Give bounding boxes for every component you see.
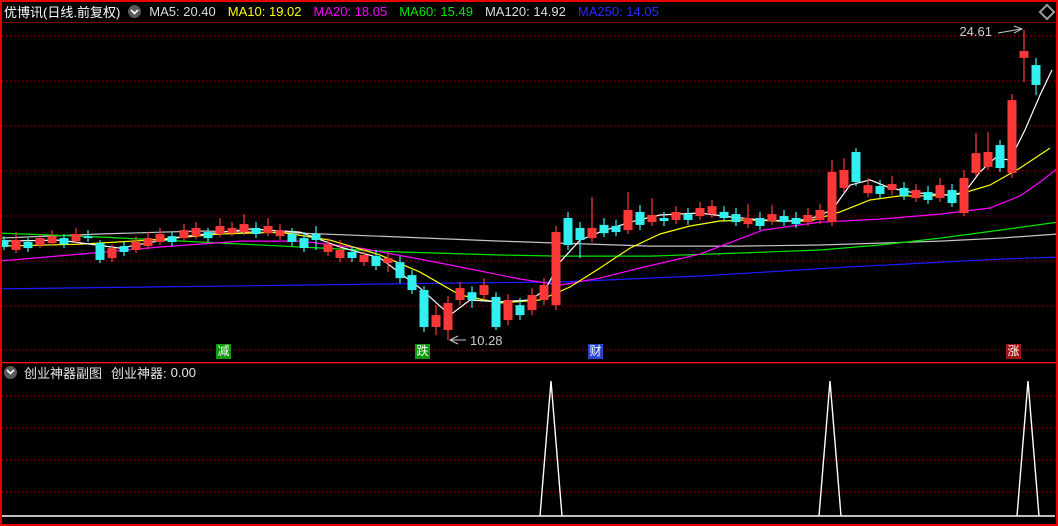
ma-line-MA5 (0, 69, 1053, 316)
event-marker-badge[interactable]: 涨 (1006, 344, 1021, 359)
ma-legend-item: MA10: 19.02 (227, 4, 302, 19)
ma-legend: MA5: 20.40 MA10: 19.02 MA20: 18.05 MA60: 15… (149, 4, 671, 19)
sub-panel-header: 创业神器副图 创业神器: 0.00 (4, 364, 196, 381)
ma-legend-item: MA60: 15.49 (399, 4, 473, 19)
ma-line-MA250 (0, 256, 1058, 290)
chevron-down-circle-icon[interactable] (128, 5, 142, 18)
signal-spike (1016, 380, 1040, 517)
header-separator (0, 22, 1058, 23)
signal-spike (818, 380, 842, 517)
ma-legend-item: MA20: 18.05 (313, 4, 388, 19)
event-marker-badge[interactable]: 财 (588, 344, 603, 359)
symbol-title: 优博讯(日线.前复权) (4, 5, 121, 20)
signal-spike (539, 380, 563, 517)
sub-panel-title: 创业神器副图 (24, 365, 103, 381)
chevron-down-circle-icon[interactable] (4, 365, 17, 379)
event-marker-badge[interactable]: 跌 (415, 344, 430, 359)
indicator-value: 0.00 (170, 364, 196, 380)
sub-indicator-layer (2, 380, 1055, 517)
candles-layer (0, 30, 1041, 341)
event-marker-badge[interactable]: 减 (216, 344, 231, 359)
indicator-name: 创业神器: (111, 365, 167, 381)
ma-legend-item: MA250: 14.05 (577, 4, 659, 19)
high-price-label: 24.61 (959, 24, 992, 39)
ma-legend-item: MA120: 14.92 (484, 4, 566, 19)
main-chart-header: 优博讯(日线.前复权) MA5: 20.40 MA10: 19.02 MA20: 1… (4, 3, 671, 20)
ma-legend-item: MA5: 20.40 (149, 4, 216, 19)
ma-line-MA20 (0, 167, 1058, 286)
low-price-label: 10.28 (470, 333, 503, 348)
main-chart-svg[interactable]: 24.61 10.28 (0, 0, 1058, 526)
